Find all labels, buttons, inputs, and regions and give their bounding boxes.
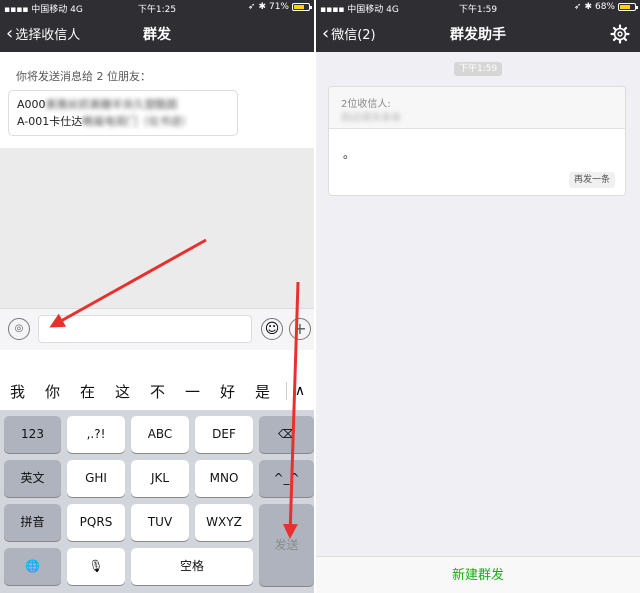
candidate-word[interactable]: 你 [35,381,70,402]
resend-button[interactable]: 再发一条 [568,172,615,188]
battery-percent: 68% [594,2,615,12]
chevron-left-icon: ‹ [6,22,14,44]
back-label: 微信(2) [331,28,376,43]
nav-bar: ‹ 选择收信人 群发 [0,16,314,52]
emoji-icon[interactable]: ☺ [261,318,283,340]
key-abc[interactable]: ABC [131,416,189,453]
recipient-list: A000美雅丝抓美糖羊央久塑酷题 A-001卡仕达畴属电观门（化书迹） [8,90,238,136]
keyboard: 123 ,.?! ABC DEF ⌫ 英文 GHI JKL MNO ^_^ 拼音… [0,410,314,593]
gear-icon[interactable] [610,24,630,44]
recipient-count: 2位收信人: [341,99,391,110]
candidate-word[interactable]: 这 [105,381,140,402]
recipient-line: A000美雅丝抓美糖羊央久塑酷题 [17,98,178,111]
chevron-up-icon[interactable]: ∧ [287,383,313,399]
battery-percent: 71% [268,2,289,12]
key-english[interactable]: 英文 [4,460,61,497]
bluetooth-icon: ✱ [258,2,266,12]
candidate-word[interactable]: 不 [140,381,175,402]
candidate-word[interactable]: 是 [245,381,280,402]
candidate-word[interactable]: 好 [210,381,245,402]
right-phone-screen: ▪▪▪▪ 中国移动 4G 下午1:59 ➶ ✱ 68% ‹ 微信(2) 群发助手… [316,0,640,593]
message-input[interactable] [38,315,252,343]
candidate-word[interactable]: 我 [0,381,35,402]
new-mass-message-button[interactable]: 新建群发 [316,556,640,593]
status-bar: ▪▪▪▪ 中国移动 4G 下午1:59 ➶ ✱ 68% [316,0,640,16]
voice-input-icon[interactable]: ◎ [8,318,30,340]
message-body: 。 [343,147,356,161]
globe-icon[interactable]: 🌐 [4,548,61,585]
back-button[interactable]: ‹ 选择收信人 [6,24,80,43]
back-label: 选择收信人 [15,28,81,43]
candidate-word[interactable]: 在 [70,381,105,402]
back-button[interactable]: ‹ 微信(2) [322,24,376,43]
recipient-line: A-001卡仕达畴属电观门（化书迹） [17,115,193,128]
plus-icon[interactable]: + [289,318,311,340]
nav-bar: ‹ 微信(2) 群发助手 [316,16,640,52]
recipient-prompt: 你将发送消息给 2 位朋友： [16,70,151,83]
key-tuv[interactable]: TUV [131,504,189,541]
key-123[interactable]: 123 [4,416,61,453]
message-input-bar: ◎ ☺ + [0,308,314,350]
space-key[interactable]: 空格 [131,548,253,585]
location-icon: ➶ [247,2,256,12]
key-mno[interactable]: MNO [195,460,253,497]
key-def[interactable]: DEF [195,416,253,453]
microphone-icon[interactable]: 🎙 [67,548,125,585]
status-bar: ▪▪▪▪ 中国移动 4G 下午1:25 ➶ ✱ 71% [0,0,314,16]
recipient-area: 你将发送消息给 2 位朋友： A000美雅丝抓美糖羊央久塑酷题 A-001卡仕达… [0,52,314,148]
recipient-names: 别过得天幸幸 [341,113,401,124]
mass-message-card: 2位收信人: 别过得天幸幸 。 再发一条 [328,86,626,196]
key-pqrs[interactable]: PQRS [67,504,125,541]
message-timestamp: 下午1:59 [454,62,503,76]
key-jkl[interactable]: JKL [131,460,189,497]
key-wxyz[interactable]: WXYZ [195,504,253,541]
emoticon-key-icon[interactable]: ^_^ [259,460,314,497]
card-header: 2位收信人: 别过得天幸幸 [329,87,625,129]
candidate-word[interactable]: 一 [175,381,210,402]
key-ghi[interactable]: GHI [67,460,125,497]
bluetooth-icon: ✱ [584,2,592,12]
key-pinyin[interactable]: 拼音 [4,504,61,541]
ime-candidate-bar: 我 你 在 这 不 一 好 是 ∧ [0,350,314,410]
key-punctuation[interactable]: ,.?! [67,416,125,453]
backspace-icon[interactable]: ⌫ [259,416,314,453]
chevron-left-icon: ‹ [322,22,330,44]
battery-icon [618,3,638,11]
left-phone-screen: ▪▪▪▪ 中国移动 4G 下午1:25 ➶ ✱ 71% ‹ 选择收信人 群发 你… [0,0,314,593]
location-icon: ➶ [573,2,582,12]
battery-icon [292,3,312,11]
send-key[interactable]: 发送 [259,504,314,586]
